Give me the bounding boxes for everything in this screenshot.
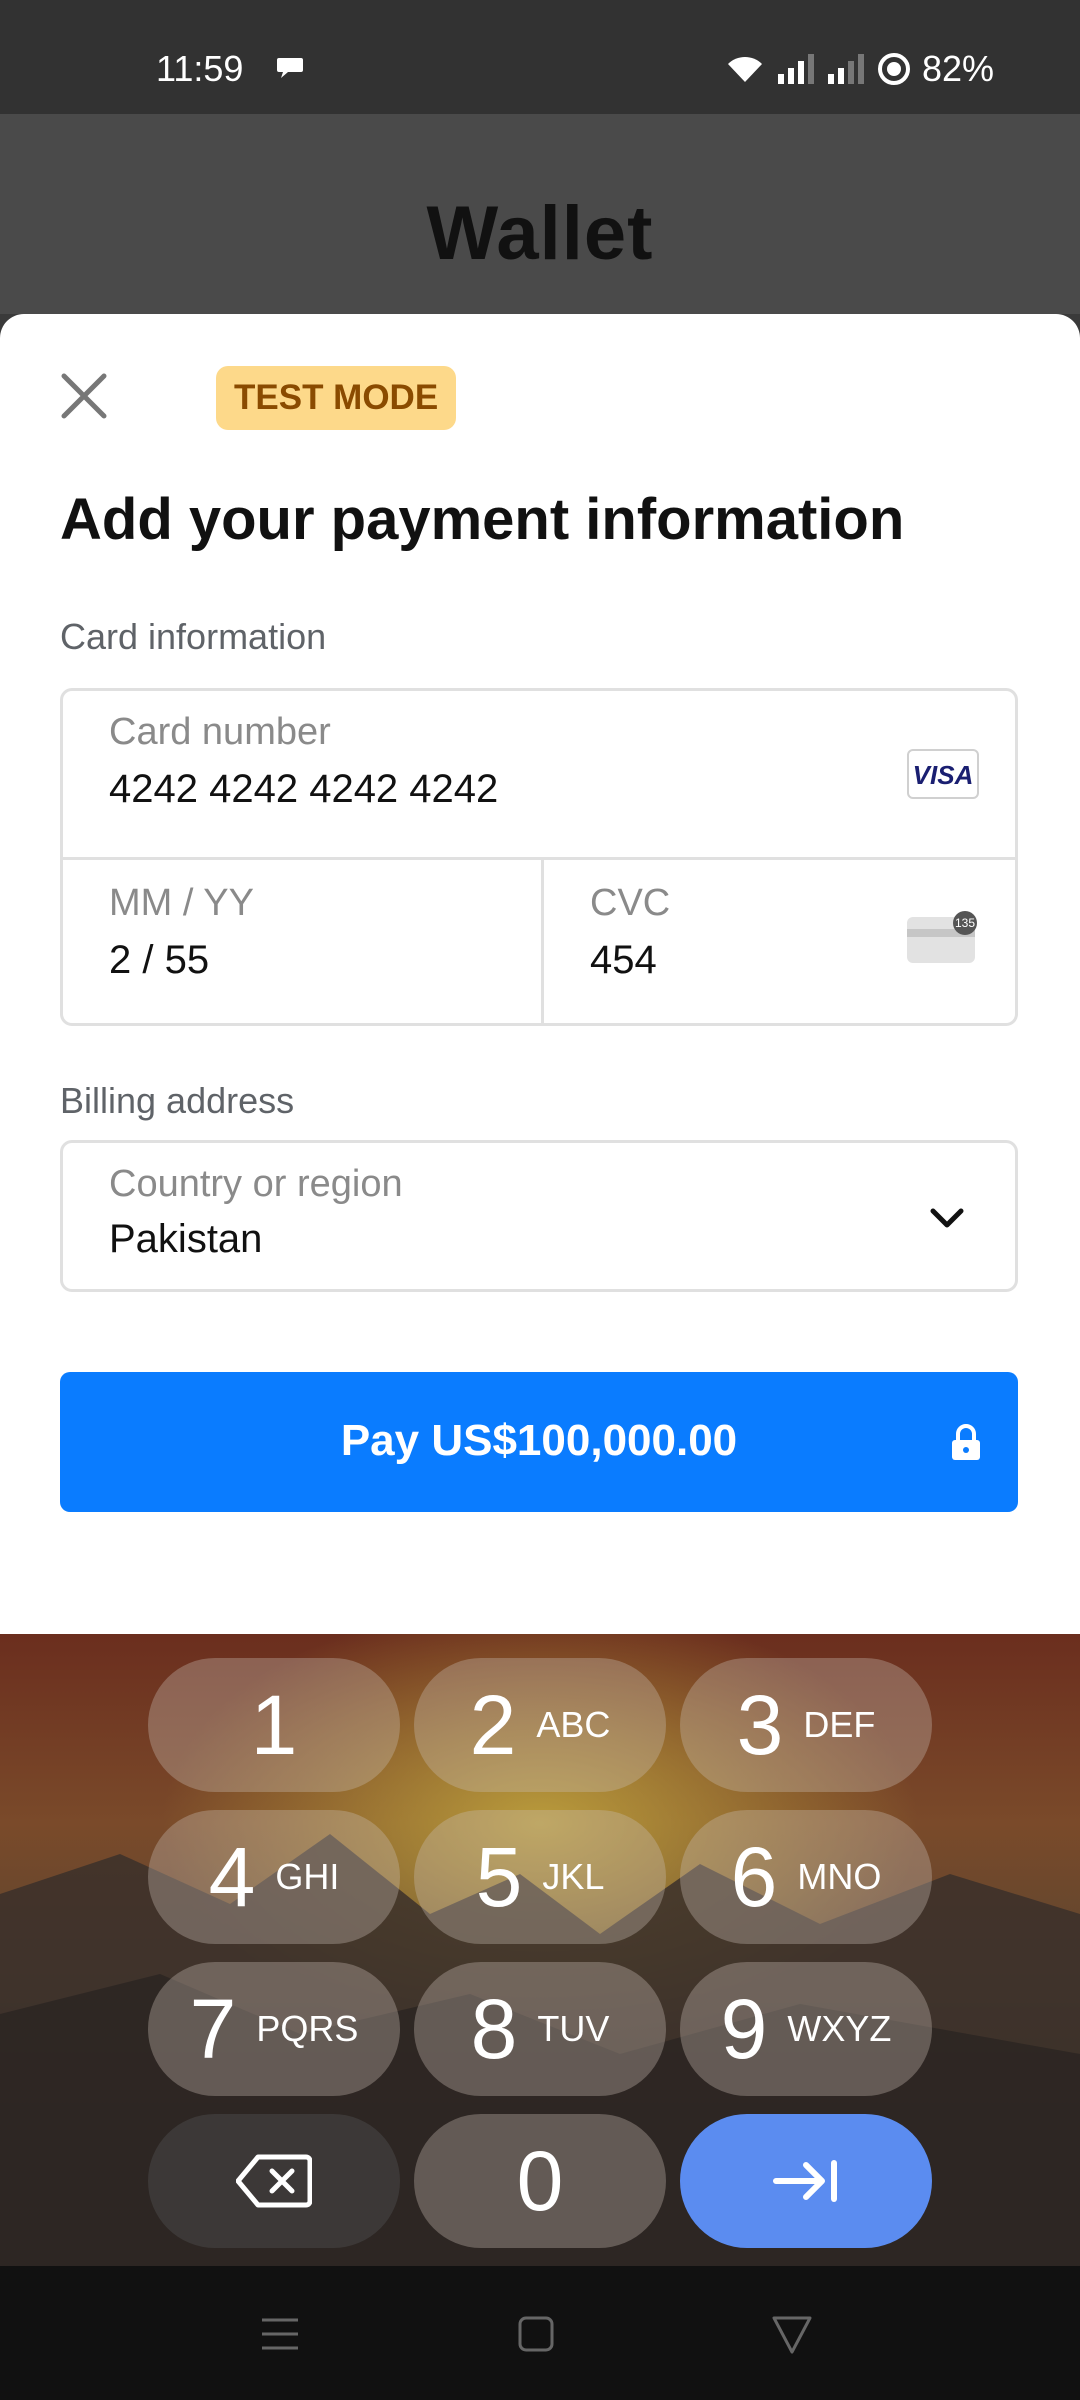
- country-select[interactable]: Country or region Pakistan: [60, 1140, 1018, 1292]
- country-value: Pakistan: [109, 1217, 263, 1261]
- status-bar: 11:59 82%: [0, 0, 1080, 114]
- payment-sheet: TEST MODE Add your payment information C…: [0, 314, 1080, 1634]
- billing-section-label: Billing address: [60, 1080, 295, 1121]
- battery-percent: 82%: [921, 48, 994, 89]
- message-notification-icon: [277, 58, 303, 78]
- app-header: Wallet: [0, 114, 1080, 314]
- cvc-icon-text: 135: [955, 916, 975, 930]
- cvc-value: 454: [590, 938, 657, 982]
- chevron-down-icon: [930, 1208, 964, 1228]
- key-3[interactable]: 3 DEF: [680, 1658, 932, 1792]
- signal-icon: [777, 54, 814, 84]
- numeric-keyboard: 1 2 ABC 3 DEF 4 GHI 5 JKL 6 MNO 7 PQRS 8 TUV 9W…: [0, 1634, 1080, 2266]
- pay-button-label: Pay US$100,000.00: [340, 1416, 738, 1465]
- home-icon[interactable]: [512, 2310, 560, 2358]
- system-nav-bar: [0, 2266, 1080, 2400]
- key-1[interactable]: 1: [148, 1658, 400, 1792]
- key-4[interactable]: 4 GHI: [148, 1810, 400, 1944]
- test-mode-badge: TEST MODE: [216, 366, 457, 430]
- backspace-icon: [236, 2154, 312, 2208]
- wifi-icon: [727, 56, 762, 82]
- key-6[interactable]: 6 MNO: [680, 1810, 932, 1944]
- cvc-card-icon: 135: [907, 911, 977, 963]
- app-title: Wallet: [426, 191, 654, 276]
- key-9[interactable]: 9 WXYZ: [680, 1962, 932, 2096]
- key-8[interactable]: 8 TUV: [414, 1962, 666, 2096]
- status-time: 11:59: [156, 48, 244, 89]
- key-2[interactable]: 2 ABC: [414, 1658, 666, 1792]
- backspace-key[interactable]: [148, 2114, 400, 2248]
- country-label: Country or region: [109, 1163, 403, 1205]
- card-section-label: Card information: [60, 616, 327, 657]
- close-icon[interactable]: [56, 368, 112, 424]
- key-7[interactable]: 7 PQRS: [148, 1962, 400, 2096]
- card-number-field[interactable]: Card number 4242 4242 4242 4242 VISA: [63, 691, 1015, 857]
- cvc-label: CVC: [590, 882, 671, 924]
- battery-ring-icon: [877, 53, 910, 85]
- key-0[interactable]: 0: [414, 2114, 666, 2248]
- tab-next-icon: [773, 2160, 837, 2202]
- back-icon[interactable]: [768, 2310, 816, 2358]
- signal-icon-2: [827, 54, 864, 84]
- next-key[interactable]: [680, 2114, 932, 2248]
- expiry-value: 2 / 55: [109, 938, 210, 982]
- card-number-value: 4242 4242 4242 4242: [109, 767, 499, 811]
- card-info-group: Card number 4242 4242 4242 4242 VISA MM …: [60, 688, 1018, 1026]
- page-title: Add your payment information: [60, 487, 905, 552]
- expiry-label: MM / YY: [109, 882, 254, 924]
- visa-icon: VISA: [907, 749, 979, 799]
- lock-icon: [952, 1424, 980, 1460]
- menu-icon[interactable]: [256, 2310, 304, 2358]
- card-number-label: Card number: [109, 711, 331, 753]
- status-icons: 82%: [724, 48, 994, 90]
- expiry-field[interactable]: MM / YY 2 / 55: [63, 860, 541, 1026]
- key-5[interactable]: 5 JKL: [414, 1810, 666, 1944]
- pay-button[interactable]: Pay US$100,000.00: [60, 1372, 1018, 1512]
